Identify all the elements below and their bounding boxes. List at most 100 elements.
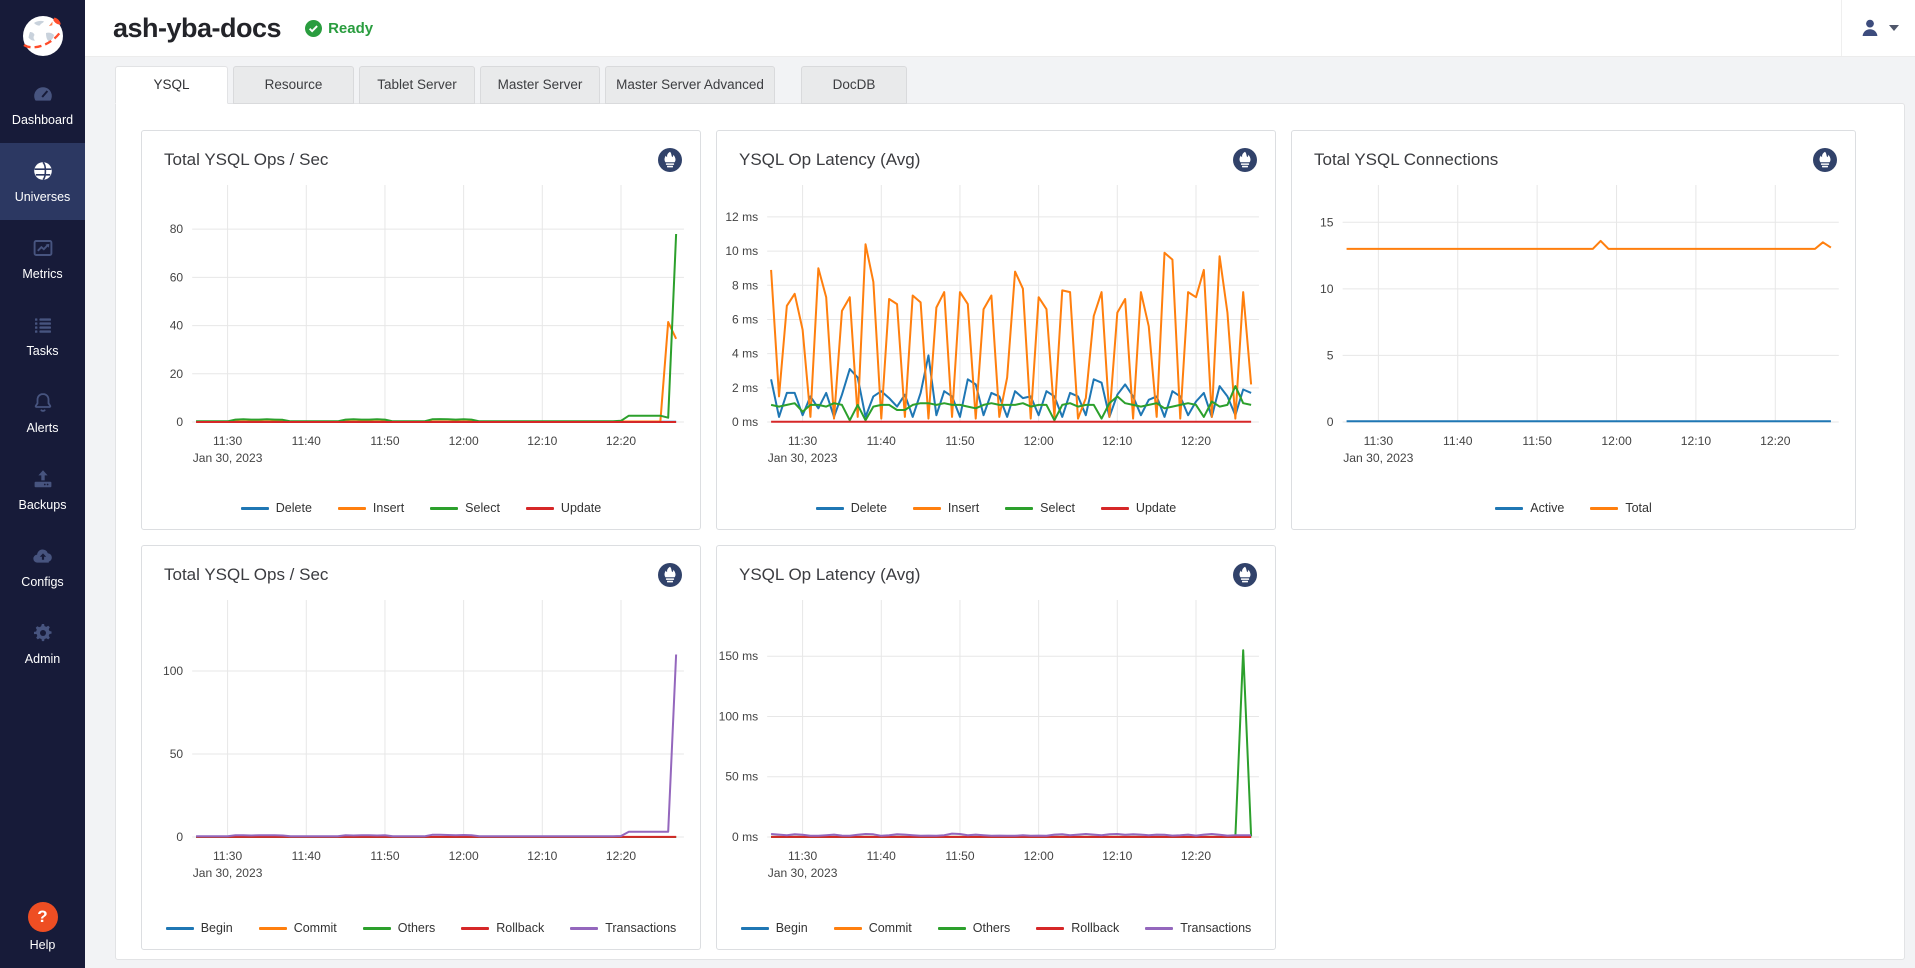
upload-icon [31,467,55,491]
svg-text:11:50: 11:50 [945,434,975,448]
legend-item-others[interactable]: Others [363,921,436,935]
prometheus-icon[interactable] [1232,562,1258,588]
gear-icon [31,621,55,645]
svg-text:0: 0 [1327,415,1334,429]
chart-plot[interactable]: 0 ms50 ms100 ms150 ms11:3011:4011:5012:0… [717,590,1275,886]
app-screen: Dashboard Universes Metrics [0,0,1915,968]
legend-item-insert[interactable]: Insert [338,501,404,515]
app-logo[interactable] [0,0,85,66]
sidebar-item-backups[interactable]: Backups [0,451,85,528]
chart-title: Total YSQL Connections [1314,150,1498,170]
sidebar-item-configs[interactable]: Configs [0,528,85,605]
svg-text:12:20: 12:20 [1760,434,1791,448]
sidebar-item-label: Tasks [27,344,59,358]
legend-swatch [259,927,287,930]
sidebar-item-admin[interactable]: Admin [0,605,85,682]
legend-item-insert[interactable]: Insert [913,501,979,515]
svg-text:4 ms: 4 ms [732,347,758,361]
tab-tablet-server[interactable]: Tablet Server [359,66,475,104]
legend-item-rollback[interactable]: Rollback [461,921,544,935]
chart-card-total-ysql-connections: Total YSQL Connections 05101511:3011:401… [1291,130,1856,530]
legend-item-begin[interactable]: Begin [741,921,808,935]
legend-item-update[interactable]: Update [1101,501,1176,515]
svg-text:12:00: 12:00 [1601,434,1632,448]
svg-text:100: 100 [163,664,183,678]
legend-label: Delete [276,501,312,515]
sidebar-item-label: Universes [15,190,71,204]
chart-plot[interactable]: 05101511:3011:4011:5012:0012:1012:20Jan … [1292,175,1855,471]
legend-item-transactions[interactable]: Transactions [570,921,676,935]
legend-item-commit[interactable]: Commit [834,921,912,935]
legend-item-active[interactable]: Active [1495,501,1564,515]
legend-swatch [526,507,554,510]
legend-swatch [461,927,489,930]
tab-ysql[interactable]: YSQL [115,66,228,104]
chart-card-ysql-op-latency-row1: YSQL Op Latency (Avg) 0 ms2 ms4 ms6 ms8 … [716,130,1276,530]
legend-label: Begin [776,921,808,935]
sidebar-item-help[interactable]: ? Help [0,902,85,952]
svg-text:12:00: 12:00 [1024,849,1054,863]
chart-plot[interactable]: 05010011:3011:4011:5012:0012:1012:20Jan … [142,590,700,886]
svg-text:11:40: 11:40 [1443,434,1473,448]
svg-text:11:30: 11:30 [213,434,243,448]
dashboard-icon [31,82,55,106]
svg-text:11:50: 11:50 [945,849,975,863]
chart-title: YSQL Op Latency (Avg) [739,150,920,170]
prometheus-icon[interactable] [1812,147,1838,173]
sidebar-item-label: Alerts [27,421,59,435]
user-menu[interactable] [1841,0,1915,56]
sidebar-item-metrics[interactable]: Metrics [0,220,85,297]
sidebar-item-alerts[interactable]: Alerts [0,374,85,451]
sidebar-item-tasks[interactable]: Tasks [0,297,85,374]
legend-item-delete[interactable]: Delete [241,501,312,515]
svg-text:100 ms: 100 ms [719,709,758,723]
legend-item-rollback[interactable]: Rollback [1036,921,1119,935]
svg-text:12:20: 12:20 [606,849,636,863]
chart-title: Total YSQL Ops / Sec [164,565,328,585]
legend-item-delete[interactable]: Delete [816,501,887,515]
chart-plot[interactable]: 0 ms2 ms4 ms6 ms8 ms10 ms12 ms11:3011:40… [717,175,1275,471]
svg-text:11:40: 11:40 [292,434,322,448]
svg-text:Jan 30, 2023: Jan 30, 2023 [193,451,263,465]
svg-text:12:20: 12:20 [1181,434,1211,448]
legend-item-update[interactable]: Update [526,501,601,515]
tab-master-server-advanced[interactable]: Master Server Advanced [605,66,775,104]
legend-swatch [1590,507,1618,510]
chart-legend: Delete Insert Select Update [717,501,1275,529]
prometheus-icon[interactable] [1232,147,1258,173]
svg-text:50: 50 [170,747,184,761]
legend-item-begin[interactable]: Begin [166,921,233,935]
tab-master-server[interactable]: Master Server [480,66,600,104]
legend-item-transactions[interactable]: Transactions [1145,921,1251,935]
legend-item-select[interactable]: Select [1005,501,1075,515]
legend-item-others[interactable]: Others [938,921,1011,935]
svg-text:150 ms: 150 ms [719,649,758,663]
legend-item-select[interactable]: Select [430,501,500,515]
svg-text:5: 5 [1327,348,1334,362]
sidebar-item-label: Help [30,938,56,952]
chart-plot[interactable]: 02040608011:3011:4011:5012:0012:1012:20J… [142,175,700,471]
svg-text:10 ms: 10 ms [725,244,758,258]
legend-swatch [741,927,769,930]
legend-label: Insert [948,501,979,515]
svg-text:12:20: 12:20 [1181,849,1211,863]
legend-swatch [241,507,269,510]
tab-docdb[interactable]: DocDB [801,66,907,104]
cloud-upload-icon [31,544,55,568]
svg-text:12:10: 12:10 [1681,434,1712,448]
svg-text:6 ms: 6 ms [732,312,758,326]
prometheus-icon[interactable] [657,147,683,173]
svg-text:11:30: 11:30 [788,434,818,448]
svg-text:0: 0 [176,415,183,429]
tab-panel: Total YSQL Ops / Sec 02040608011:3011:40… [115,103,1905,960]
svg-text:12:10: 12:10 [1102,434,1132,448]
legend-item-total[interactable]: Total [1590,501,1651,515]
legend-item-commit[interactable]: Commit [259,921,337,935]
legend-label: Transactions [1180,921,1251,935]
tab-resource[interactable]: Resource [233,66,354,104]
sidebar-item-dashboard[interactable]: Dashboard [0,66,85,143]
svg-text:11:40: 11:40 [867,849,897,863]
sidebar-item-universes[interactable]: Universes [0,143,85,220]
prometheus-icon[interactable] [657,562,683,588]
svg-text:11:50: 11:50 [370,849,400,863]
